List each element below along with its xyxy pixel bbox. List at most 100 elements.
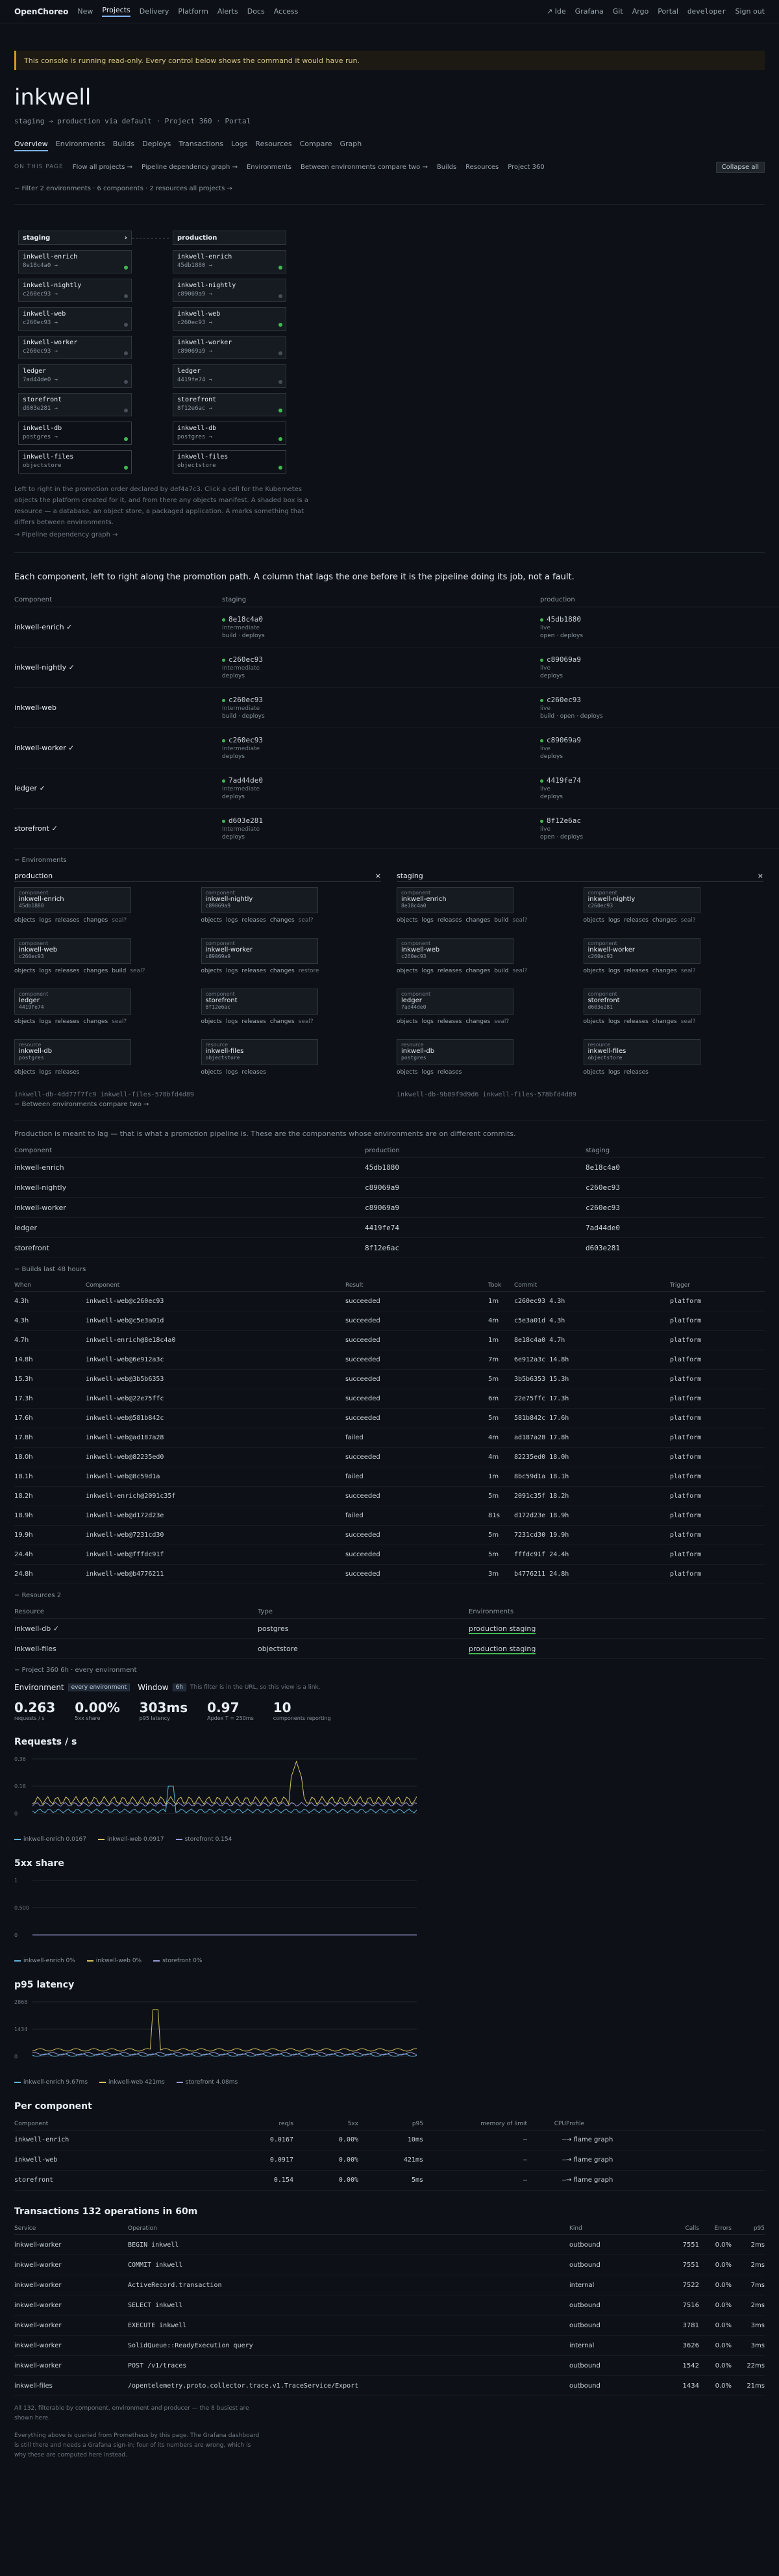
card-link-logs[interactable]: logs [226,1018,238,1025]
promo-cell-staging[interactable]: c260ec93 Intermediate deploys [222,647,540,688]
cell-links[interactable]: build · deploys [222,633,540,639]
pipeline-card[interactable]: inkwell-enrich 45db1880 → [173,250,286,273]
build-commit[interactable]: 3b5b6353 15.3h [514,1369,670,1389]
card-link-objects[interactable]: objects [14,917,35,924]
cell-links[interactable]: deploys [222,834,540,840]
nav-ide[interactable]: ↗ Ide [547,7,566,16]
card-link-changes[interactable]: changes [465,968,490,974]
env-card-box[interactable]: resource inkwell-db postgres [397,1039,513,1065]
card-link-releases[interactable]: releases [241,1069,266,1076]
resource-envs[interactable]: production staging [469,1638,765,1659]
card-link-logs[interactable]: logs [226,968,238,974]
build-component[interactable]: inkwell-web@ad187a28 [86,1428,345,1448]
card-link-releases[interactable]: releases [241,968,266,974]
card-link-extra[interactable]: seal? [494,1018,509,1025]
card-link-logs[interactable]: logs [421,1069,433,1076]
promo-cell-production[interactable]: c89069a9 live deploys [540,727,779,768]
card-link-objects[interactable]: objects [397,968,417,974]
card-link-objects[interactable]: objects [14,1069,35,1076]
component-name[interactable]: inkwell-worker [14,1197,365,1218]
card-link-logs[interactable]: logs [226,917,238,924]
pipeline-card[interactable]: inkwell-nightly c260ec93 → [18,279,132,302]
build-component[interactable]: inkwell-web@82235ed0 [86,1447,345,1467]
operation[interactable]: /opentelemetry.proto.collector.trace.v1.… [128,2375,569,2396]
component-name[interactable]: inkwell-enrich [14,1157,365,1178]
env-card-box[interactable]: component ledger 7ad44de0 [397,988,513,1015]
build-commit[interactable]: 2091c35f 18.2h [514,1486,670,1506]
card-link-logs[interactable]: logs [39,1018,51,1025]
promo-cell-production[interactable]: c89069a9 live deploys [540,647,779,688]
commit-sha[interactable]: c89069a9 [540,655,779,664]
card-link-extra[interactable]: seal? [512,968,527,974]
pipeline-card[interactable]: inkwell-web c260ec93 → [18,307,132,331]
production-sha[interactable]: c89069a9 [365,1177,586,1198]
nav-docs[interactable]: Docs [247,7,265,16]
card-link-extra[interactable]: seal? [112,917,127,924]
card-link-changes[interactable]: changes [465,1018,490,1025]
card-link-build[interactable]: build [494,917,508,924]
build-commit[interactable]: 7231cd30 19.9h [514,1525,670,1545]
operation[interactable]: COMMIT inkwell [128,2254,569,2275]
component-name[interactable]: storefront [14,2170,209,2191]
nav-git[interactable]: Git [613,7,623,16]
build-commit[interactable]: 22e75ffc 17.3h [514,1389,670,1409]
card-link-objects[interactable]: objects [584,1018,604,1025]
staging-sha[interactable]: c260ec93 [586,1197,765,1218]
card-link-extra[interactable]: seal? [681,917,696,924]
component-name[interactable]: inkwell-enrich ✓ [14,607,222,648]
env-card-box[interactable]: resource inkwell-files objectstore [201,1039,318,1065]
tab-environments[interactable]: Environments [56,140,105,151]
build-component[interactable]: inkwell-web@22e75ffc [86,1389,345,1409]
pipeline-links[interactable]: → Pipeline dependency graph → [14,529,319,540]
build-component[interactable]: inkwell-enrich@2091c35f [86,1486,345,1506]
tab-overview[interactable]: Overview [14,140,48,151]
cell-links[interactable]: open · deploys [540,834,779,840]
promo-cell-staging[interactable]: c260ec93 Intermediate deploys [222,727,540,768]
card-link-extra[interactable]: seal? [681,1018,696,1025]
component-name[interactable]: inkwell-web [14,2150,209,2171]
env-card-box[interactable]: resource inkwell-db postgres [14,1039,131,1065]
builds-section-head[interactable]: − Builds last 48 hours [14,1266,765,1273]
env-card-box[interactable]: component inkwell-enrich 45db1880 [14,887,131,913]
component-name[interactable]: inkwell-worker ✓ [14,727,222,768]
card-link-changes[interactable]: changes [83,968,108,974]
env-card-box[interactable]: component ledger 4419fe74 [14,988,131,1015]
component-name[interactable]: inkwell-enrich [14,2130,209,2151]
card-link-changes[interactable]: changes [83,917,108,924]
pipeline-card[interactable]: inkwell-nightly c89069a9 → [173,279,286,302]
build-component[interactable]: inkwell-web@d172d23e [86,1506,345,1526]
card-link-releases[interactable]: releases [55,1069,80,1076]
card-link-extra[interactable]: seal? [299,917,314,924]
close-icon[interactable]: × [758,872,763,880]
nav-portal[interactable]: Portal [658,7,678,16]
otp-link-between[interactable]: Between environments compare two → [301,164,428,171]
build-commit[interactable]: 6e912a3c 14.8h [514,1350,670,1370]
card-link-logs[interactable]: logs [608,917,620,924]
card-link-objects[interactable]: objects [397,1018,417,1025]
build-component[interactable]: inkwell-web@581b842c [86,1408,345,1428]
card-link-extra[interactable]: restore [299,968,319,974]
env-panel-header[interactable]: production × [14,870,381,882]
commit-sha[interactable]: c260ec93 [540,696,779,704]
build-component[interactable]: inkwell-web@6e912a3c [86,1350,345,1370]
card-link-logs[interactable]: logs [608,1069,620,1076]
nav-argo[interactable]: Argo [632,7,649,16]
card-link-extra[interactable]: seal? [299,1018,314,1025]
promo-cell-production[interactable]: 4419fe74 live deploys [540,768,779,809]
build-commit[interactable]: ad187a28 17.8h [514,1428,670,1448]
card-link-objects[interactable]: objects [584,1069,604,1076]
promo-cell-staging[interactable]: c260ec93 Intermediate build · deploys [222,687,540,728]
pipeline-card[interactable]: inkwell-web c260ec93 → [173,307,286,331]
card-link-releases[interactable]: releases [624,1069,649,1076]
build-component[interactable]: inkwell-web@7231cd30 [86,1525,345,1545]
tab-graph[interactable]: Graph [340,140,362,151]
promo-cell-staging[interactable]: 7ad44de0 Intermediate deploys [222,768,540,809]
promo-cell-production[interactable]: c260ec93 live build · open · deploys [540,687,779,728]
tab-resources[interactable]: Resources [255,140,291,151]
pipeline-card[interactable]: storefront d603e281 → [18,393,132,416]
component-name[interactable]: storefront [14,1237,365,1258]
environments-section-head[interactable]: − Environments [14,857,765,864]
card-link-releases[interactable]: releases [55,1018,80,1025]
card-link-changes[interactable]: changes [652,968,677,974]
cell-links[interactable]: build · deploys [222,713,540,720]
